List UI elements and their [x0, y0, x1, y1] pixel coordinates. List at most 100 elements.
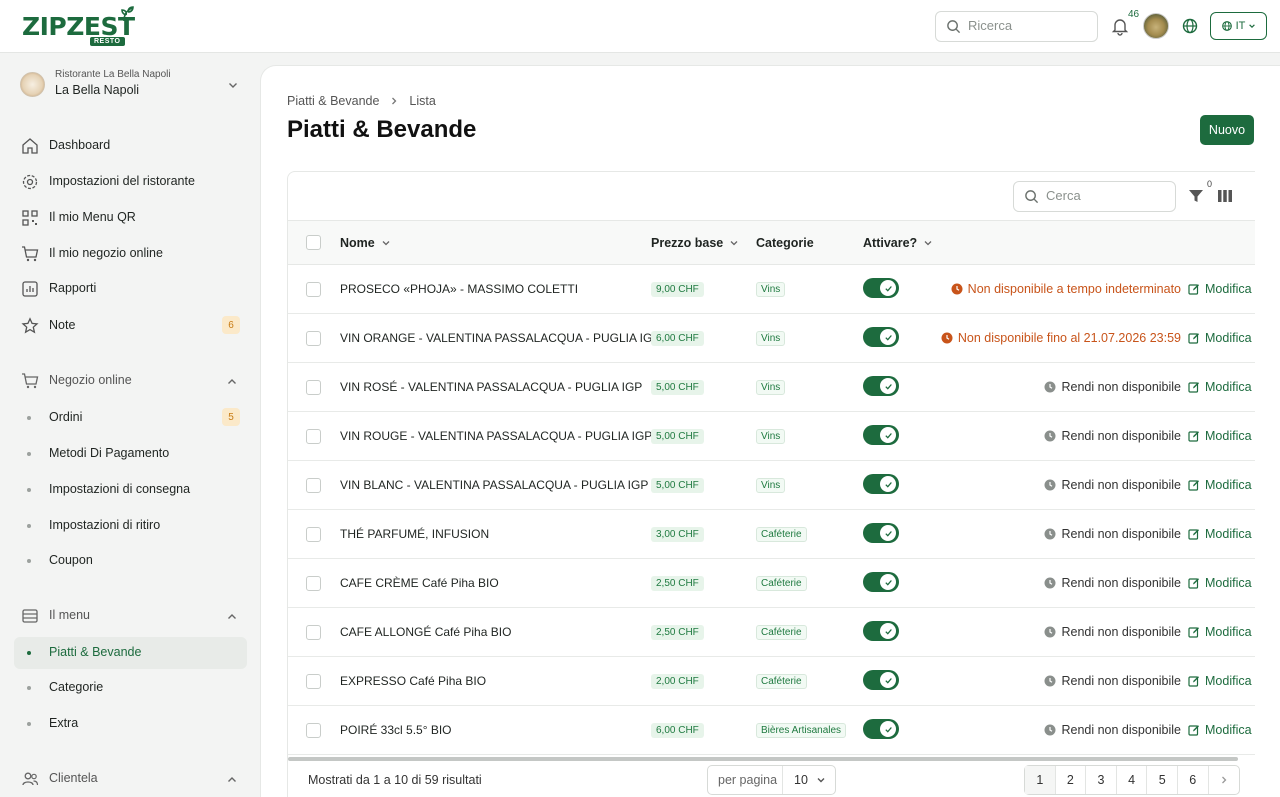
restaurant-switcher[interactable]: Ristorante La Bella Napoli La Bella Napo…: [20, 69, 245, 101]
availability-status[interactable]: Rendi non disponibile: [1044, 723, 1181, 737]
availability-status[interactable]: Rendi non disponibile: [1044, 527, 1181, 541]
active-toggle[interactable]: [863, 327, 899, 347]
page-button[interactable]: 5: [1147, 766, 1178, 794]
availability-status[interactable]: Non disponibile a tempo indeterminato: [951, 282, 1181, 296]
active-toggle[interactable]: [863, 719, 899, 739]
edit-link[interactable]: Modifica: [1188, 625, 1252, 639]
table-search[interactable]: [1013, 181, 1176, 212]
per-page-select[interactable]: per pagina 10: [707, 765, 836, 795]
sidebar-section-menu[interactable]: Il menu: [14, 600, 247, 632]
row-checkbox[interactable]: [306, 478, 321, 493]
bell-icon[interactable]: [1110, 16, 1130, 36]
sidebar-item-reports[interactable]: Rapporti: [14, 273, 247, 305]
sidebar-item-online-store[interactable]: Il mio negozio online: [14, 238, 247, 270]
sidebar-item-categories[interactable]: Categorie: [14, 672, 247, 704]
sidebar-section-label: Il menu: [49, 608, 90, 622]
active-toggle[interactable]: [863, 523, 899, 543]
sidebar-item-payment-methods[interactable]: Metodi Di Pagamento: [14, 438, 247, 470]
availability-status[interactable]: Rendi non disponibile: [1044, 576, 1181, 590]
sidebar-item-restaurant-settings[interactable]: Impostazioni del ristorante: [14, 166, 247, 198]
edit-link[interactable]: Modifica: [1188, 380, 1252, 394]
edit-link[interactable]: Modifica: [1188, 723, 1252, 737]
edit-link[interactable]: Modifica: [1188, 478, 1252, 492]
column-header-name[interactable]: Nome: [340, 236, 391, 250]
select-all-checkbox[interactable]: [306, 235, 321, 250]
active-toggle[interactable]: [863, 425, 899, 445]
sidebar-section-label: Negozio online: [49, 373, 132, 387]
new-item-button[interactable]: Nuovo: [1200, 115, 1254, 145]
globe-icon[interactable]: [1181, 17, 1199, 35]
items-table-card: 0 Nome Prezzo base Categorie Attivare? P…: [287, 171, 1255, 797]
edit-link[interactable]: Modifica: [1188, 429, 1252, 443]
sidebar-item-coupon[interactable]: Coupon: [14, 545, 247, 577]
sidebar-section-online-store[interactable]: Negozio online: [14, 365, 247, 397]
bullet-dot: [27, 452, 31, 456]
toggle-knob: [880, 574, 896, 590]
sidebar-section-clients[interactable]: Clientela: [14, 763, 247, 795]
availability-status[interactable]: Rendi non disponibile: [1044, 380, 1181, 394]
page-title: Piatti & Bevande: [287, 116, 477, 143]
table-row: VIN ROSÉ - VALENTINA PASSALACQUA - PUGLI…: [288, 363, 1255, 412]
sidebar-item-extra[interactable]: Extra: [14, 708, 247, 740]
page-button[interactable]: 1: [1025, 766, 1056, 794]
row-checkbox[interactable]: [306, 723, 321, 738]
filter-icon[interactable]: [1188, 188, 1204, 204]
sidebar-item-dishes-drinks[interactable]: Piatti & Bevande: [14, 637, 247, 669]
active-toggle[interactable]: [863, 278, 899, 298]
active-toggle[interactable]: [863, 572, 899, 592]
row-checkbox[interactable]: [306, 380, 321, 395]
brand-logo[interactable]: ZIPZEST RESTO: [22, 6, 142, 48]
horizontal-scrollbar[interactable]: [288, 757, 1238, 761]
table-row: CAFE CRÈME Café Piha BIO 2,50 CHF Caféteri…: [288, 559, 1255, 608]
page-button[interactable]: 3: [1086, 766, 1117, 794]
sidebar-item-orders[interactable]: Ordini 5: [14, 402, 247, 434]
active-toggle[interactable]: [863, 376, 899, 396]
chart-icon: [22, 281, 38, 297]
page-button[interactable]: 4: [1117, 766, 1148, 794]
availability-status[interactable]: Rendi non disponibile: [1044, 625, 1181, 639]
sidebar-item-pickup-settings[interactable]: Impostazioni di ritiro: [14, 510, 247, 542]
edit-link[interactable]: Modifica: [1188, 527, 1252, 541]
availability-status[interactable]: Non disponibile fino al 21.07.2026 23:59: [941, 331, 1181, 345]
global-search-input[interactable]: [968, 18, 1088, 33]
page-button[interactable]: 6: [1178, 766, 1209, 794]
global-search[interactable]: [935, 11, 1098, 42]
availability-status[interactable]: Rendi non disponibile: [1044, 429, 1181, 443]
edit-icon: [1188, 333, 1199, 344]
row-checkbox[interactable]: [306, 576, 321, 591]
sidebar-item-qr-menu[interactable]: Il mio Menu QR: [14, 202, 247, 234]
price-badge: 2,00 CHF: [651, 674, 704, 689]
bullet-dot: [27, 722, 31, 726]
row-checkbox[interactable]: [306, 282, 321, 297]
column-header-price[interactable]: Prezzo base: [651, 236, 739, 250]
columns-icon[interactable]: [1217, 189, 1233, 203]
active-toggle[interactable]: [863, 670, 899, 690]
user-avatar[interactable]: [1143, 13, 1169, 39]
edit-label: Modifica: [1205, 674, 1252, 688]
table-search-input[interactable]: [1046, 188, 1166, 203]
table-row: VIN ORANGE - VALENTINA PASSALACQUA - PUG…: [288, 314, 1255, 363]
row-checkbox[interactable]: [306, 331, 321, 346]
breadcrumb-link[interactable]: Piatti & Bevande: [287, 94, 379, 108]
availability-status[interactable]: Rendi non disponibile: [1044, 674, 1181, 688]
next-page-button[interactable]: [1209, 766, 1240, 794]
language-selector[interactable]: IT: [1210, 12, 1267, 40]
edit-link[interactable]: Modifica: [1188, 576, 1252, 590]
row-checkbox[interactable]: [306, 625, 321, 640]
clock-icon: [941, 332, 953, 344]
row-checkbox[interactable]: [306, 429, 321, 444]
row-checkbox[interactable]: [306, 674, 321, 689]
active-toggle[interactable]: [863, 474, 899, 494]
page-button[interactable]: 2: [1056, 766, 1087, 794]
active-toggle[interactable]: [863, 621, 899, 641]
sidebar-item-notes[interactable]: Note 6: [14, 310, 247, 342]
column-header-active[interactable]: Attivare?: [863, 236, 933, 250]
restaurant-avatar: [20, 72, 45, 97]
edit-link[interactable]: Modifica: [1188, 674, 1252, 688]
sidebar-item-dashboard[interactable]: Dashboard: [14, 130, 247, 162]
availability-status[interactable]: Rendi non disponibile: [1044, 478, 1181, 492]
edit-link[interactable]: Modifica: [1188, 331, 1252, 345]
edit-link[interactable]: Modifica: [1188, 282, 1252, 296]
row-checkbox[interactable]: [306, 527, 321, 542]
sidebar-item-delivery-settings[interactable]: Impostazioni di consegna: [14, 474, 247, 506]
